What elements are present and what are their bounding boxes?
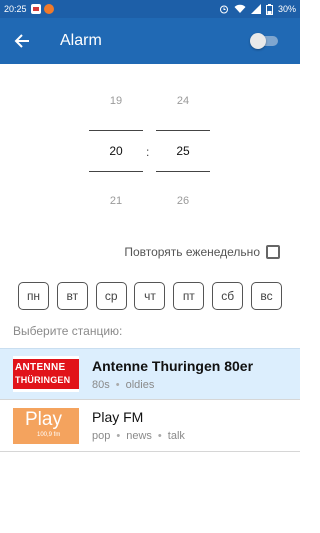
signal-icon (250, 4, 261, 14)
app-bar: Alarm (0, 18, 300, 64)
minute-current[interactable]: 25 (156, 130, 210, 172)
repeat-weekly-checkbox[interactable] (266, 245, 280, 259)
minute-next[interactable]: 26 (156, 195, 210, 207)
toggle-thumb (250, 33, 266, 49)
weekday-selector: пн вт ср чт пт сб вс (18, 282, 282, 310)
status-bar: 20:25 30% (0, 0, 300, 18)
station-tag: 80s (92, 378, 110, 391)
station-tag: talk (167, 430, 185, 442)
day-button-sun[interactable]: вс (250, 282, 282, 310)
minute-prev[interactable]: 24 (156, 95, 210, 107)
day-button-thu[interactable]: чт (134, 282, 166, 310)
time-separator: : (146, 145, 150, 159)
status-time: 20:25 (4, 4, 27, 14)
battery-percent: 30% (277, 4, 296, 14)
day-button-fri[interactable]: пт (173, 282, 205, 310)
back-button[interactable] (0, 18, 44, 64)
battery-icon (265, 3, 273, 15)
notification-icon (30, 4, 41, 14)
station-tag: news (126, 430, 152, 442)
tag-separator: • (157, 430, 162, 442)
logo-text: THÜRINGEN (15, 375, 71, 385)
station-tags: 80s • oldies (92, 379, 253, 391)
tag-separator: • (115, 378, 120, 391)
repeat-weekly-row[interactable]: Повторять еженедельно (124, 245, 280, 259)
day-button-wed[interactable]: ср (95, 282, 127, 310)
station-item-antenne-thuringen[interactable]: ANTENNE THÜRINGEN Antenne Thuringen 80er… (0, 348, 300, 400)
station-prompt: Выберите станцию: (13, 324, 123, 338)
station-logo: ANTENNE THÜRINGEN (13, 356, 79, 392)
day-button-mon[interactable]: пн (18, 282, 49, 310)
logo-text: ANTENNE (15, 362, 66, 373)
wifi-icon (234, 4, 246, 13)
station-name: Antenne Thuringen 80er (92, 357, 254, 374)
station-tags: pop • news • talk (92, 430, 185, 442)
hour-next[interactable]: 21 (89, 195, 143, 207)
station-name: Play FM (92, 409, 144, 425)
page-title: Alarm (60, 32, 102, 49)
repeat-weekly-label: Повторять еженедельно (124, 245, 260, 259)
alarm-clock-icon (219, 5, 228, 14)
hour-current[interactable]: 20 (89, 130, 143, 172)
day-button-sat[interactable]: сб (212, 282, 244, 310)
alarm-toggle[interactable] (250, 33, 278, 49)
notification-icon (43, 4, 54, 14)
time-picker: 19 20 21 : 24 25 26 (0, 64, 300, 234)
station-tag: pop (92, 430, 111, 442)
arrow-back-icon (14, 34, 29, 48)
station-logo: Play 100,9 fm (13, 407, 79, 444)
station-item-play-fm[interactable]: Play 100,9 fm Play FM pop • news • talk (0, 400, 300, 452)
day-button-tue[interactable]: вт (56, 282, 88, 310)
hour-prev[interactable]: 19 (89, 95, 143, 107)
tag-separator: • (116, 430, 121, 442)
status-icons: 30% (219, 3, 296, 15)
station-tag: oldies (125, 378, 155, 391)
logo-text: 100,9 fm (37, 431, 61, 438)
logo-text: Play (25, 408, 62, 430)
